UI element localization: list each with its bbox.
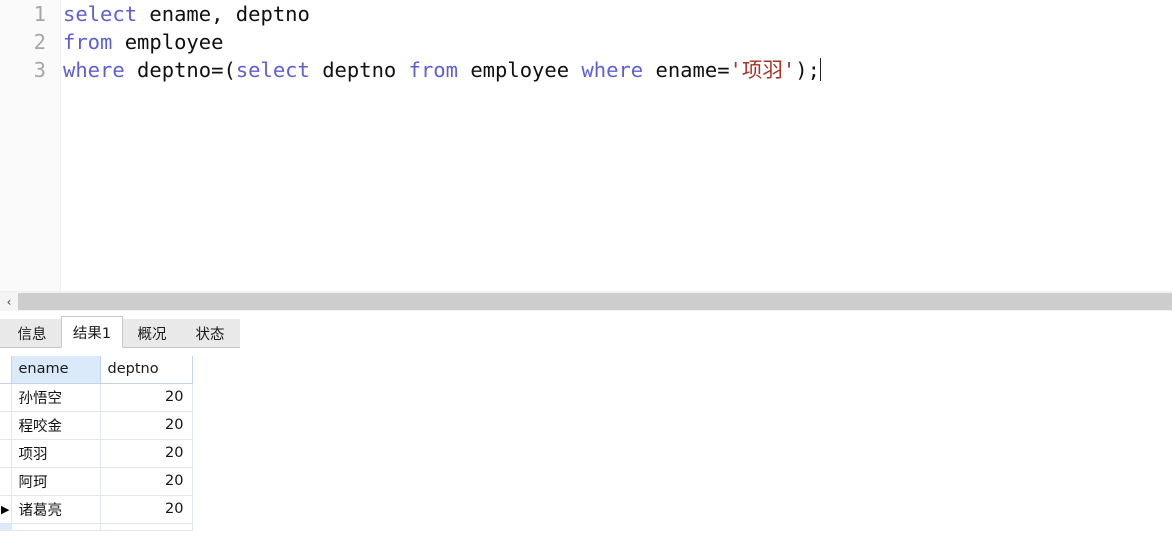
line-number: 2	[33, 30, 46, 54]
code-line[interactable]: 2 from employee	[0, 28, 1172, 56]
table-row[interactable]: ▶ 诸葛亮 20	[0, 495, 193, 524]
row-header-cell[interactable]	[0, 523, 12, 531]
results-tabstrip[interactable]: 信息 结果1 概况 状态	[0, 311, 1172, 348]
row-header-cell[interactable]	[0, 411, 12, 440]
results-table[interactable]: ename deptno 孙悟空 20 程咬金 20 项羽 20 阿珂 20 ▶ 诸葛亮 20	[0, 356, 193, 531]
scroll-left-arrow-icon[interactable]: ‹	[0, 292, 18, 311]
cell-deptno[interactable]: 20	[100, 411, 193, 440]
line-number: 3	[33, 58, 46, 82]
sql-client-window: 1 select ename, deptno 2 from employee 3 wher…	[0, 0, 1172, 543]
text-caret	[819, 58, 821, 81]
cell-ename[interactable]: 项羽	[11, 439, 101, 468]
code-token-kw: where	[581, 58, 644, 82]
cell-deptno[interactable]: 20	[100, 467, 193, 496]
code-token-plain: employee	[112, 30, 224, 54]
code-token-plain: employee	[458, 58, 582, 82]
table-row[interactable]: 项羽 20	[0, 439, 193, 468]
code-token-plain: deptno	[309, 58, 409, 82]
cell-deptno[interactable]: 20	[100, 439, 193, 468]
code-token-plain: deptno=(	[124, 58, 236, 82]
cell-ename[interactable]: 阿珂	[11, 467, 101, 496]
new-record-row[interactable]	[0, 523, 193, 531]
cell-ename[interactable]: 诸葛亮	[11, 495, 101, 524]
row-header-cell[interactable]	[0, 439, 12, 468]
code-token-plain: ename, deptno	[137, 2, 310, 26]
row-header-cell[interactable]	[0, 383, 12, 412]
cell-deptno[interactable]	[100, 523, 193, 531]
results-table-body[interactable]: 孙悟空 20 程咬金 20 项羽 20 阿珂 20 ▶ 诸葛亮 20	[0, 383, 193, 531]
code-token-kw: select	[235, 58, 310, 82]
cell-ename[interactable]: 程咬金	[11, 411, 101, 440]
scrollbar-thumb[interactable]	[18, 293, 1172, 310]
row-header-cell[interactable]: ▶	[0, 495, 12, 524]
code-line-text[interactable]: where deptno=(select deptno from employe…	[63, 56, 821, 84]
editor-horizontal-scrollbar[interactable]: ‹	[0, 291, 1172, 311]
code-token-kw: where	[63, 58, 125, 82]
cell-ename[interactable]: 孙悟空	[11, 383, 101, 412]
row-header-cell[interactable]	[0, 467, 12, 496]
code-token-kw: from	[408, 58, 458, 82]
table-row[interactable]: 孙悟空 20	[0, 383, 193, 412]
current-row-arrow-icon: ▶	[1, 502, 10, 516]
column-header-deptno[interactable]: deptno	[100, 356, 193, 384]
line-number: 1	[33, 2, 46, 26]
code-token-plain: ename=	[643, 58, 730, 82]
sql-editor-pane[interactable]: 1 select ename, deptno 2 from employee 3 wher…	[0, 0, 1172, 291]
code-line[interactable]: 1 select ename, deptno	[0, 0, 1172, 28]
results-grid[interactable]: ename deptno 孙悟空 20 程咬金 20 项羽 20 阿珂 20 ▶ 诸葛亮 20	[0, 348, 1172, 543]
code-line-text[interactable]: select ename, deptno	[63, 0, 310, 28]
tab-result1[interactable]: 结果1	[61, 316, 123, 348]
column-header-ename[interactable]: ename	[11, 356, 101, 384]
code-token-str: '项羽'	[729, 58, 796, 82]
grid-corner-cell	[0, 356, 12, 384]
code-line-text[interactable]: from employee	[63, 28, 223, 56]
header-row: ename deptno	[0, 356, 193, 384]
cell-ename[interactable]	[11, 523, 101, 531]
table-row[interactable]: 阿珂 20	[0, 467, 193, 496]
tab-status[interactable]: 状态	[181, 319, 239, 348]
sql-code-area[interactable]: 1 select ename, deptno 2 from employee 3 wher…	[0, 0, 1172, 291]
code-token-kw: select	[63, 2, 138, 26]
code-line[interactable]: 3 where deptno=(select deptno from employ…	[0, 56, 1172, 84]
code-token-kw: from	[63, 30, 113, 54]
code-token-plain: );	[795, 58, 820, 82]
cell-deptno[interactable]: 20	[100, 383, 193, 412]
cell-deptno[interactable]: 20	[100, 495, 193, 524]
results-table-header: ename deptno	[0, 356, 193, 384]
table-row[interactable]: 程咬金 20	[0, 411, 193, 440]
tab-info[interactable]: 信息	[4, 319, 60, 348]
tab-profile[interactable]: 概况	[124, 319, 180, 348]
